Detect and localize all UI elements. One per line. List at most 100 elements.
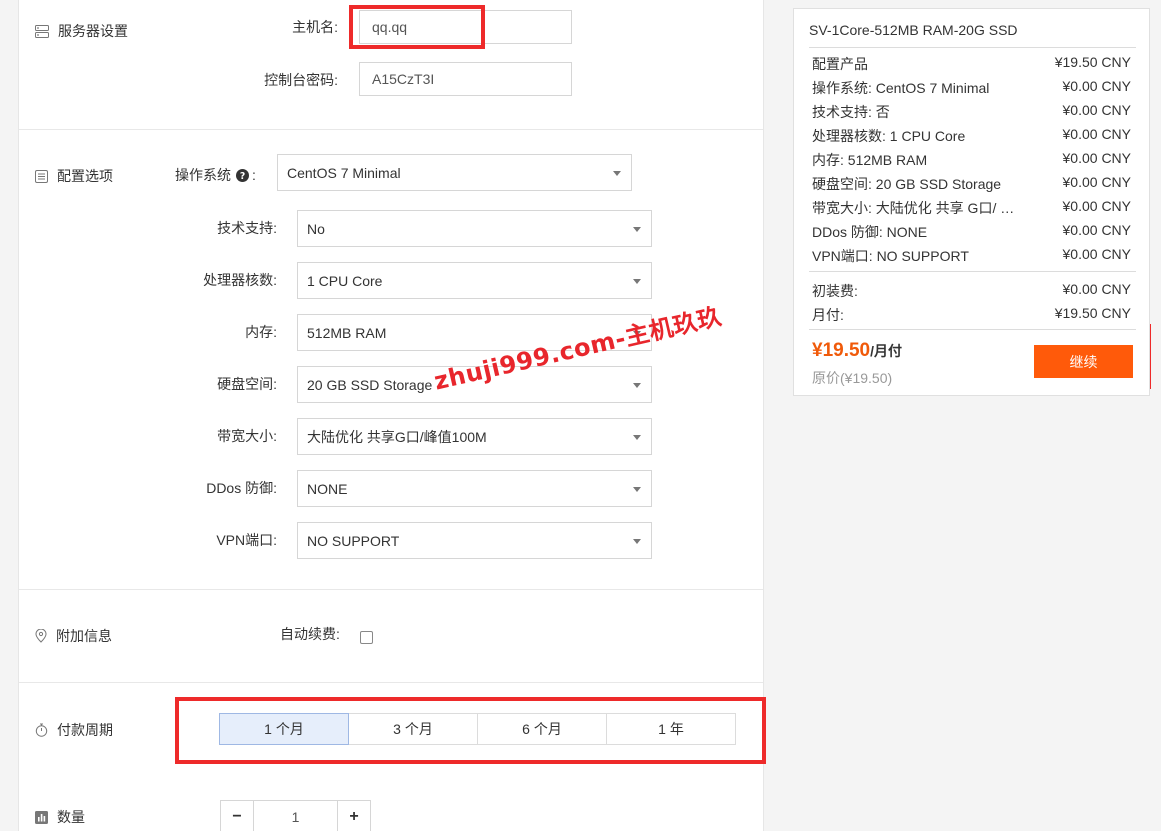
bandwidth-label: 带宽大小: — [217, 428, 277, 444]
summary-line: 操作系统: CentOS 7 Minimal ¥0.00 CNY — [812, 78, 1131, 98]
chevron-down-icon — [633, 227, 641, 232]
setup-fee-price: ¥0.00 CNY — [1062, 281, 1131, 297]
os-label: 操作系统 — [175, 167, 231, 183]
os-select-value: CentOS 7 Minimal — [287, 164, 401, 181]
billing-cycle-title: 付款周期 — [35, 720, 113, 740]
summary-line-price: ¥0.00 CNY — [1062, 222, 1131, 238]
quantity-label: 数量 — [57, 809, 85, 825]
monthly-row: 月付: ¥19.50 CNY — [812, 305, 1131, 325]
chevron-down-icon — [633, 539, 641, 544]
support-select-value: No — [307, 220, 325, 237]
total-period: /月付 — [870, 343, 903, 359]
server-icon — [35, 24, 49, 38]
chevron-down-icon — [633, 435, 641, 440]
summary-line: 带宽大小: 大陆优化 共享 G口/ … ¥0.00 CNY — [812, 198, 1131, 218]
summary-line-name: 硬盘空间: 20 GB SSD Storage — [812, 176, 1002, 192]
additional-info-title: 附加信息 — [35, 626, 112, 646]
monthly-price: ¥19.50 CNY — [1054, 305, 1131, 321]
original-price: 原价(¥19.50) — [812, 370, 893, 386]
bandwidth-select-value: 大陆优化 共享G口/峰值100M — [307, 428, 487, 445]
additional-info-label: 附加信息 — [56, 628, 112, 644]
vpn-select[interactable]: NO SUPPORT — [297, 522, 652, 559]
summary-line-price: ¥0.00 CNY — [1062, 150, 1131, 166]
summary-line-name: 技术支持: 否 — [812, 104, 890, 120]
location-pin-icon — [35, 629, 47, 643]
highlight-box-hostname — [349, 5, 485, 49]
os-label-wrap: 操作系统 ? : — [175, 165, 256, 185]
total-amount: ¥19.50 — [812, 340, 871, 361]
setup-fee-label: 初装费: — [812, 283, 858, 299]
os-select[interactable]: CentOS 7 Minimal — [277, 154, 632, 191]
support-select[interactable]: No — [297, 210, 652, 247]
billing-cycle-label: 付款周期 — [57, 722, 113, 738]
summary-line-name: DDos 防御: NONE — [812, 224, 928, 240]
quantity-increase-button[interactable]: + — [337, 800, 371, 831]
summary-line: 内存: 512MB RAM ¥0.00 CNY — [812, 150, 1131, 170]
summary-divider — [809, 329, 1136, 330]
cpu-select-value: 1 CPU Core — [307, 272, 383, 289]
summary-line-name: 处理器核数: 1 CPU Core — [812, 128, 966, 144]
ram-label: 内存: — [245, 324, 277, 340]
password-label: 控制台密码: — [264, 72, 338, 88]
summary-line: 处理器核数: 1 CPU Core ¥0.00 CNY — [812, 126, 1131, 146]
ram-select-value: 512MB RAM — [307, 324, 387, 341]
bar-chart-icon — [35, 810, 48, 824]
summary-divider — [809, 47, 1136, 48]
server-settings-title: 服务器设置 — [35, 21, 128, 41]
summary-line-name: VPN端口: NO SUPPORT — [812, 248, 969, 264]
order-summary-panel: SV-1Core-512MB RAM-20G SSD 配置产品 ¥19.50 CN… — [793, 8, 1150, 396]
disk-label: 硬盘空间: — [217, 376, 277, 392]
vpn-label: VPN端口: — [216, 532, 277, 548]
summary-line-price: ¥0.00 CNY — [1062, 198, 1131, 214]
total-price: ¥19.50/月付 — [812, 340, 902, 362]
vpn-select-value: NO SUPPORT — [307, 532, 400, 549]
summary-line: 硬盘空间: 20 GB SSD Storage ¥0.00 CNY — [812, 174, 1131, 194]
cpu-select[interactable]: 1 CPU Core — [297, 262, 652, 299]
cycle-option-1-month[interactable]: 1 个月 — [219, 713, 349, 745]
auto-renew-label: 自动续费: — [280, 626, 340, 642]
summary-line: VPN端口: NO SUPPORT ¥0.00 CNY — [812, 246, 1131, 266]
summary-line-name: 配置产品 — [812, 56, 868, 72]
summary-line: 技术支持: 否 ¥0.00 CNY — [812, 102, 1131, 122]
summary-line-price: ¥0.00 CNY — [1062, 246, 1131, 262]
ddos-select-value: NONE — [307, 480, 348, 497]
summary-divider — [809, 271, 1136, 272]
config-options-label: 配置选项 — [57, 168, 113, 184]
setup-fee-row: 初装费: ¥0.00 CNY — [812, 281, 1131, 301]
support-label: 技术支持: — [217, 220, 277, 236]
summary-product-name: SV-1Core-512MB RAM-20G SSD — [809, 22, 1018, 38]
summary-line-price: ¥0.00 CNY — [1062, 102, 1131, 118]
chevron-down-icon — [633, 279, 641, 284]
cpu-label: 处理器核数: — [203, 272, 277, 288]
hostname-label: 主机名: — [292, 19, 338, 35]
quantity-input[interactable]: 1 — [254, 800, 337, 831]
bandwidth-select[interactable]: 大陆优化 共享G口/峰值100M — [297, 418, 652, 455]
divider — [19, 129, 763, 130]
console-password-input[interactable]: A15CzT3I — [359, 62, 572, 96]
summary-line: DDos 防御: NONE ¥0.00 CNY — [812, 222, 1131, 242]
stopwatch-icon — [35, 723, 48, 737]
summary-line-price: ¥19.50 CNY — [1054, 54, 1131, 70]
auto-renew-checkbox[interactable] — [360, 631, 373, 644]
summary-line-price: ¥0.00 CNY — [1062, 126, 1131, 142]
os-colon: : — [252, 167, 256, 183]
monthly-label: 月付: — [812, 307, 844, 323]
disk-select-value: 20 GB SSD Storage — [307, 376, 433, 393]
divider — [19, 682, 763, 683]
summary-line-price: ¥0.00 CNY — [1062, 78, 1131, 94]
ddos-label: DDos 防御: — [206, 480, 277, 496]
help-icon[interactable]: ? — [236, 168, 249, 182]
ddos-select[interactable]: NONE — [297, 470, 652, 507]
quantity-stepper: − 1 + — [220, 800, 371, 831]
chevron-down-icon — [633, 383, 641, 388]
quantity-decrease-button[interactable]: − — [220, 800, 254, 831]
summary-line-name: 带宽大小: 大陆优化 共享 G口/ … — [812, 200, 1015, 216]
summary-line-name: 内存: 512MB RAM — [812, 152, 928, 168]
continue-button[interactable]: 继续 — [1034, 345, 1133, 378]
svg-text:?: ? — [240, 171, 245, 182]
chevron-down-icon — [633, 487, 641, 492]
list-icon — [35, 169, 48, 183]
server-settings-label: 服务器设置 — [58, 23, 128, 39]
summary-line: 配置产品 ¥19.50 CNY — [812, 54, 1131, 74]
config-options-title: 配置选项 — [35, 166, 113, 186]
